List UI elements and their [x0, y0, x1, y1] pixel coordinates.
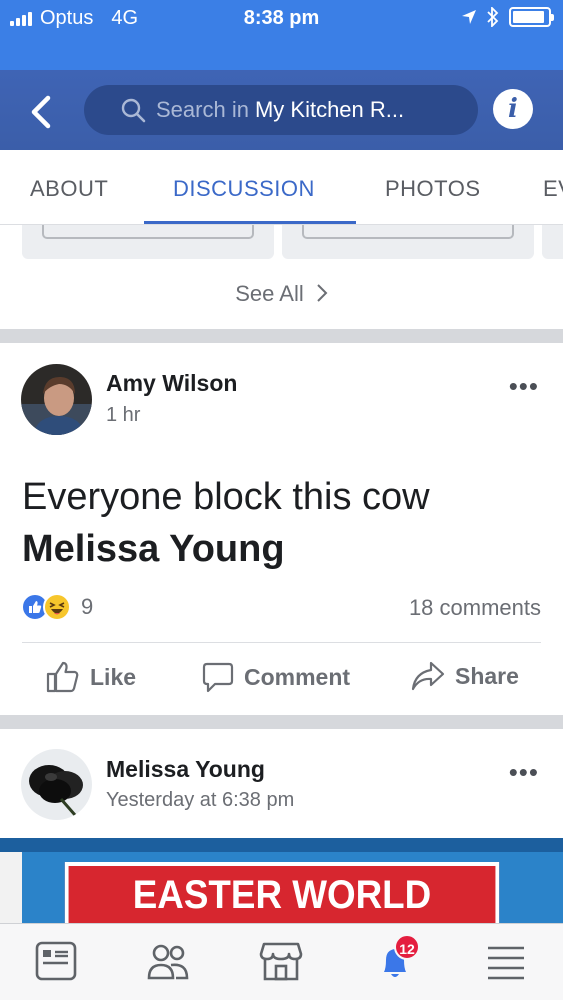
- reaction-summary[interactable]: 9: [21, 593, 93, 621]
- tab-photos[interactable]: PHOTOS: [385, 176, 481, 202]
- notification-badge: 12: [394, 934, 420, 960]
- nav-bar: Search in My Kitchen R... i: [0, 38, 563, 150]
- comments-count[interactable]: 18 comments: [409, 595, 541, 621]
- like-button[interactable]: Like: [46, 661, 136, 693]
- comment-icon: [202, 662, 234, 693]
- post-author[interactable]: Amy Wilson: [106, 370, 237, 397]
- announcements-section: See All: [0, 225, 563, 329]
- post-body: Everyone block this cow Melissa Young: [22, 471, 430, 575]
- battery-icon: [509, 7, 554, 27]
- image-banner-text: EASTER WORLD RECORD: [64, 862, 500, 924]
- see-all-label: See All: [235, 281, 304, 306]
- avatar[interactable]: [21, 364, 92, 435]
- back-button[interactable]: [22, 90, 62, 134]
- news-feed-tab[interactable]: [33, 938, 79, 984]
- group-tabs: ABOUT DISCUSSION PHOTOS EV: [0, 150, 563, 225]
- status-bar: Optus 4G 8:38 pm: [0, 0, 563, 38]
- avatar[interactable]: [21, 749, 92, 820]
- menu-icon: [488, 946, 524, 980]
- comment-button[interactable]: Comment: [202, 661, 350, 693]
- bluetooth-icon: [487, 7, 499, 27]
- menu-tab[interactable]: [484, 938, 530, 984]
- search-input[interactable]: Search in My Kitchen R...: [84, 85, 478, 135]
- share-icon: [411, 661, 445, 691]
- announcement-card[interactable]: [22, 225, 274, 259]
- chevron-left-icon: [31, 95, 51, 129]
- thumbs-up-icon: [46, 661, 79, 693]
- post-timestamp[interactable]: 1 hr: [106, 404, 140, 427]
- post-author[interactable]: Melissa Young: [106, 756, 265, 783]
- chevron-right-icon: [317, 284, 328, 302]
- post-image[interactable]: EASTER WORLD RECORD: [0, 838, 563, 924]
- divider: [22, 642, 541, 643]
- more-options-icon[interactable]: •••: [509, 759, 539, 785]
- announcement-card[interactable]: [542, 225, 563, 259]
- search-group-name: My Kitchen R...: [254, 97, 405, 122]
- active-tab-indicator: [144, 221, 356, 224]
- notifications-tab[interactable]: 12: [372, 934, 420, 984]
- announcement-card[interactable]: [282, 225, 534, 259]
- share-button[interactable]: Share: [411, 661, 519, 691]
- tab-events[interactable]: EV: [543, 176, 563, 202]
- haha-reaction-icon: [43, 593, 71, 621]
- tab-discussion[interactable]: DISCUSSION: [173, 176, 315, 202]
- info-button[interactable]: i: [493, 89, 533, 129]
- groups-icon: [147, 944, 189, 980]
- news-feed-icon: [35, 941, 77, 981]
- bottom-tab-bar: 12: [0, 923, 563, 1000]
- post-text: Everyone block this cow: [22, 476, 430, 518]
- marketplace-tab[interactable]: [258, 938, 304, 984]
- more-options-icon[interactable]: •••: [509, 373, 539, 399]
- mentioned-user[interactable]: Melissa Young: [22, 523, 430, 575]
- post-timestamp[interactable]: Yesterday at 6:38 pm: [106, 789, 294, 812]
- comment-label: Comment: [244, 663, 351, 690]
- see-all-link[interactable]: See All: [0, 281, 563, 307]
- tab-about[interactable]: ABOUT: [30, 176, 108, 202]
- reaction-count: 9: [81, 594, 94, 619]
- search-placeholder: Search in: [156, 97, 249, 122]
- like-label: Like: [90, 663, 137, 690]
- search-icon: [121, 98, 146, 123]
- share-label: Share: [455, 662, 519, 689]
- marketplace-icon: [259, 942, 303, 981]
- feed-post: Amy Wilson 1 hr ••• Everyone block this …: [0, 343, 563, 715]
- location-icon: [462, 10, 476, 24]
- groups-tab[interactable]: [145, 938, 191, 984]
